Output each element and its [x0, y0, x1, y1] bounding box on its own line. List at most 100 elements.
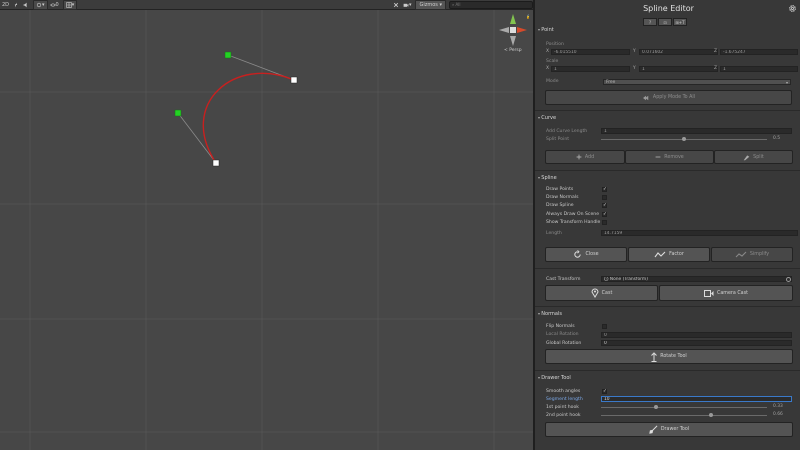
help-button[interactable]: ?	[643, 18, 657, 26]
camera-cast-button[interactable]: Camera Cast	[659, 285, 793, 301]
scale-x-label: X	[546, 66, 550, 71]
scale-x-field[interactable]: 1	[551, 66, 630, 72]
show-transform-handle-checkbox[interactable]	[602, 220, 607, 225]
svg-text:🔒: 🔒	[526, 14, 529, 19]
control-point-start[interactable]	[290, 76, 298, 84]
control-point-end[interactable]	[212, 159, 220, 167]
flip-normals-label: Flip Normals	[546, 324, 575, 329]
draw-spline-checkbox[interactable]: ✓	[602, 203, 607, 208]
close-label: Close	[585, 252, 599, 257]
second-point-hook-slider[interactable]: 0.66	[601, 412, 795, 418]
simplify-icon	[735, 251, 747, 258]
camera-dropdown[interactable]: ▾	[401, 1, 414, 9]
orientation-gizmo[interactable]: 🔒	[497, 12, 529, 48]
scene-search-input[interactable]: ⌕ All	[449, 0, 533, 9]
hidden-objects-icon[interactable]: 0	[48, 1, 61, 9]
segment-length-field[interactable]: 10	[601, 396, 792, 402]
rotate-tool-button[interactable]: Rotate Tool	[545, 349, 793, 364]
split-button[interactable]: Split	[714, 150, 793, 164]
minus-icon	[655, 156, 661, 158]
mode-2d-toggle[interactable]: 2D	[0, 1, 11, 9]
drawer-tool-button[interactable]: Drawer Tool	[545, 422, 793, 437]
length-label: Length	[546, 231, 562, 236]
section-drawer-tool[interactable]: Drawer Tool	[538, 375, 571, 381]
rotate-tool-label: Rotate Tool	[660, 354, 687, 359]
remove-button[interactable]: Remove	[625, 150, 714, 164]
tangent-handle-end[interactable]	[174, 109, 182, 117]
add-button[interactable]: Add	[545, 150, 625, 164]
scale-z-label: Z	[714, 66, 718, 71]
scale-z-field[interactable]: 1	[720, 66, 798, 72]
transform-button[interactable]: ⊞+T	[673, 18, 687, 26]
smooth-angles-label: Smooth angles	[546, 389, 581, 394]
cast-button[interactable]: Cast	[545, 285, 658, 301]
position-z-field[interactable]: -1.675247	[720, 49, 798, 55]
perspective-label[interactable]: < Persp	[504, 48, 522, 53]
first-point-hook-label: 1st point hook	[546, 405, 579, 410]
length-field: 14.7159	[601, 230, 798, 236]
section-spline[interactable]: Spline	[538, 175, 556, 181]
frame-button[interactable]: ⊡	[658, 18, 672, 26]
draw-points-checkbox[interactable]: ✓	[602, 187, 607, 192]
first-point-hook-thumb[interactable]	[653, 404, 658, 409]
factor-label: Factor	[669, 252, 684, 257]
draw-spline-label: Draw Spline	[546, 203, 574, 208]
simplify-label: Simplify	[749, 252, 770, 257]
split-point-slider[interactable]: 0.5	[601, 136, 795, 142]
plus-icon	[576, 154, 582, 160]
spline-curve[interactable]	[174, 51, 298, 167]
spline-path	[202, 72, 295, 164]
zigzag-icon	[654, 251, 666, 258]
global-rotation-field[interactable]: 0	[601, 340, 792, 346]
gizmos-dropdown[interactable]: Gizmos ▾	[415, 0, 446, 10]
smooth-angles-checkbox[interactable]: ✓	[602, 389, 607, 394]
scale-y-field[interactable]: 1	[639, 66, 718, 72]
apply-mode-button[interactable]: Apply Mode To All	[545, 90, 792, 105]
flip-normals-checkbox[interactable]	[602, 324, 607, 329]
section-curve[interactable]: Curve	[538, 115, 556, 121]
position-x-field[interactable]: -6.015510	[551, 49, 630, 55]
second-point-hook-thumb[interactable]	[708, 412, 713, 417]
draw-normals-checkbox[interactable]	[602, 195, 607, 200]
effects-dropdown[interactable]: ▾	[33, 0, 48, 10]
gizmos-label: Gizmos	[419, 1, 438, 8]
mode-dropdown[interactable]: Free ▾	[603, 79, 791, 85]
add-curve-length-field[interactable]: 1	[601, 128, 792, 134]
global-rotation-label: Global Rotation	[546, 341, 582, 346]
factor-button[interactable]: Factor	[628, 247, 710, 262]
tangent-handle-start[interactable]	[224, 51, 232, 59]
first-point-hook-value: 0.33	[773, 404, 783, 409]
close-button[interactable]: Close	[545, 247, 627, 262]
split-point-thumb[interactable]	[682, 136, 686, 141]
x-axis-cone	[517, 27, 527, 33]
segment-length-label: Segment length	[546, 397, 583, 402]
scale-label: Scale	[546, 59, 559, 64]
lighting-icon[interactable]	[11, 1, 21, 9]
always-draw-checkbox[interactable]: ✓	[602, 212, 607, 217]
section-point[interactable]: Point	[538, 27, 553, 33]
pos-x-label: X	[546, 49, 550, 54]
pos-y-label: Y	[633, 49, 636, 54]
first-point-hook-slider[interactable]: 0.33	[601, 404, 795, 410]
split-label: Split	[753, 154, 764, 160]
split-point-value: 0.5	[773, 136, 780, 141]
gear-icon[interactable]	[788, 4, 797, 13]
local-rotation-field: 0	[601, 332, 792, 338]
scene-view[interactable]: 2D ▾ 0 ▾ ▾ Gizmos ▾ ⌕ All 🔒 < Persp	[0, 0, 533, 450]
tools-icon[interactable]	[391, 1, 401, 9]
section-normals[interactable]: Normals	[538, 311, 562, 317]
cast-transform-field[interactable]: ⨀ None (Transform)	[601, 276, 792, 282]
scale-y-label: Y	[633, 66, 636, 71]
second-point-hook-track	[601, 414, 767, 416]
simplify-button[interactable]: Simplify	[711, 247, 793, 262]
audio-icon[interactable]	[21, 1, 31, 9]
panel-title: Spline Editor	[643, 4, 694, 13]
grid-dropdown[interactable]: ▾	[62, 0, 78, 10]
position-y-field[interactable]: 0.071602	[639, 49, 718, 55]
second-point-hook-label: 2nd point hook	[546, 413, 581, 418]
title-buttons: ? ⊡ ⊞+T	[643, 18, 688, 26]
remove-label: Remove	[664, 154, 684, 160]
add-curve-length-label: Add Curve Length	[546, 129, 588, 134]
y-axis-cone	[510, 14, 516, 24]
object-picker-icon[interactable]	[786, 276, 791, 282]
